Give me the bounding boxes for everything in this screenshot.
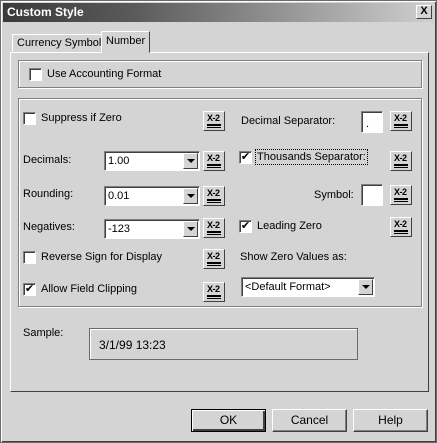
formula-icon: X-2 (207, 251, 220, 261)
decimal-separator-label: Decimal Separator: (241, 115, 336, 127)
check-icon: ✔ (24, 283, 35, 295)
symbol-formula-button[interactable]: X-2 (390, 185, 412, 205)
rounding-value: 0.01 (108, 190, 130, 202)
reverse-sign-checkbox[interactable] (23, 251, 36, 264)
allow-clipping-checkbox[interactable]: ✔ (23, 283, 36, 296)
chevron-down-icon[interactable] (358, 279, 373, 295)
symbol-label: Symbol: (314, 189, 354, 201)
decimal-separator-input[interactable]: . (361, 111, 383, 133)
show-zero-dropdown[interactable]: <Default Format> (241, 277, 375, 297)
formula-icon: X-2 (394, 219, 407, 229)
reverse-sign-formula-button[interactable]: X-2 (203, 249, 225, 269)
decimal-separator-formula-button[interactable]: X-2 (390, 111, 412, 131)
suppress-zero-checkbox[interactable] (23, 112, 36, 125)
negatives-formula-button[interactable]: X-2 (203, 218, 225, 238)
help-button[interactable]: Help (353, 409, 428, 432)
thousands-separator-formula-button[interactable]: X-2 (390, 151, 412, 171)
leading-zero-formula-button[interactable]: X-2 (390, 217, 412, 237)
rounding-label: Rounding: (23, 188, 74, 200)
formula-icon: X-2 (207, 188, 220, 198)
sample-preview: 3/1/99 13:23 (89, 328, 358, 360)
allow-clipping-formula-button[interactable]: X-2 (203, 282, 225, 302)
suppress-zero-label: Suppress if Zero (41, 112, 122, 124)
reverse-sign-label: Reverse Sign for Display (41, 251, 163, 263)
rounding-formula-button[interactable]: X-2 (203, 186, 225, 206)
formula-icon: X-2 (394, 153, 407, 163)
show-zero-label: Show Zero Values as: (240, 251, 347, 263)
close-button[interactable]: X (416, 5, 432, 19)
use-accounting-label: Use Accounting Format (47, 68, 162, 80)
negatives-value: -123 (108, 223, 131, 235)
tab-label: Currency Symbol (17, 37, 102, 49)
check-icon: ✔ (240, 220, 251, 232)
check-icon: ✔ (240, 151, 251, 163)
show-zero-value: <Default Format> (245, 281, 331, 293)
formula-icon: X-2 (394, 113, 407, 123)
symbol-input[interactable] (361, 184, 383, 206)
suppress-zero-formula-button[interactable]: X-2 (203, 111, 225, 131)
sample-value: 3/1/99 13:23 (99, 338, 166, 352)
chevron-down-icon[interactable] (183, 188, 198, 204)
formula-icon: X-2 (207, 113, 220, 123)
tab-label: Number (106, 35, 146, 47)
leading-zero-label: Leading Zero (257, 220, 322, 232)
leading-zero-checkbox[interactable]: ✔ (239, 220, 252, 233)
thousands-separator-label: Thousands Separator: (255, 149, 368, 165)
custom-style-dialog: Custom Style X Currency Symbol Number Us… (0, 0, 437, 443)
chevron-down-icon[interactable] (183, 153, 198, 169)
tab-number[interactable]: Number (101, 31, 151, 53)
decimals-value: 1.00 (108, 155, 130, 167)
cancel-button[interactable]: Cancel (272, 409, 347, 432)
allow-clipping-label: Allow Field Clipping (41, 283, 137, 295)
sample-label: Sample: (23, 327, 64, 339)
formula-icon: X-2 (207, 284, 220, 294)
negatives-label: Negatives: (23, 221, 75, 233)
formula-icon: X-2 (394, 187, 407, 197)
negatives-dropdown[interactable]: -123 (104, 219, 200, 239)
title-bar: Custom Style X (3, 3, 434, 22)
formula-icon: X-2 (207, 153, 220, 163)
decimals-dropdown[interactable]: 1.00 (104, 151, 200, 171)
decimal-separator-value: . (366, 118, 370, 130)
decimals-label: Decimals: (23, 154, 72, 166)
thousands-separator-checkbox[interactable]: ✔ (239, 151, 252, 164)
decimals-formula-button[interactable]: X-2 (203, 151, 225, 171)
window-title: Custom Style (7, 5, 84, 19)
formula-icon: X-2 (207, 220, 220, 230)
rounding-dropdown[interactable]: 0.01 (104, 186, 200, 206)
use-accounting-checkbox[interactable] (29, 68, 42, 81)
ok-button[interactable]: OK (191, 409, 266, 432)
tab-currency-symbol[interactable]: Currency Symbol (12, 34, 107, 52)
chevron-down-icon[interactable] (183, 221, 198, 237)
